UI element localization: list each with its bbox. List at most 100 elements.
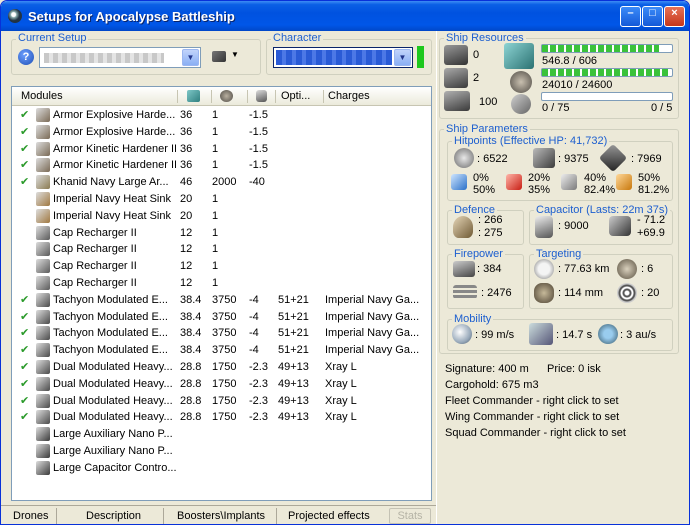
module-powergrid: 1 bbox=[212, 209, 219, 222]
module-cpu: 36 bbox=[180, 142, 193, 155]
module-cpu: 12 bbox=[180, 243, 193, 256]
check-icon[interactable]: ✔ bbox=[20, 175, 29, 188]
module-name: Imperial Navy Heat Sink bbox=[53, 193, 171, 205]
module-row[interactable]: ✔ Khanid Navy Large Ar... 46 2000 -40 bbox=[12, 174, 431, 191]
module-row[interactable]: ✔ Tachyon Modulated E... 38.4 3750 -4 51+21 Im… bbox=[12, 325, 431, 342]
check-icon[interactable]: ✔ bbox=[20, 394, 29, 407]
chevron-down-icon[interactable]: ▼ bbox=[394, 49, 411, 66]
module-row[interactable]: ✔ Tachyon Modulated E... 38.4 3750 -4 51+21 Im… bbox=[12, 292, 431, 309]
wing-commander-text[interactable]: Wing Commander - right click to set bbox=[445, 411, 619, 423]
capacitor-column-icon[interactable] bbox=[256, 90, 267, 102]
column-modules[interactable]: Modules bbox=[21, 90, 63, 102]
module-row[interactable]: ✔ Armor Explosive Harde... 36 1 -1.5 bbox=[12, 124, 431, 141]
module-row[interactable]: ✔ Armor Kinetic Hardener II 36 1 -1.5 bbox=[12, 157, 431, 174]
module-row[interactable]: ✔ Dual Modulated Heavy... 28.8 1750 -2.3 49+1… bbox=[12, 376, 431, 393]
check-icon[interactable]: ✔ bbox=[20, 410, 29, 423]
character-select[interactable]: ▼ bbox=[273, 47, 413, 68]
tab-description[interactable]: Description bbox=[86, 510, 141, 522]
module-cpu: 38.4 bbox=[180, 344, 202, 357]
check-icon[interactable]: ✔ bbox=[20, 326, 29, 339]
laser-turret-icon bbox=[36, 343, 50, 358]
fleet-commander-text[interactable]: Fleet Commander - right click to set bbox=[445, 395, 619, 407]
tab-drones[interactable]: Drones bbox=[13, 510, 48, 522]
module-row[interactable]: ✔ Tachyon Modulated E... 38.4 3750 -4 51+21 Im… bbox=[12, 309, 431, 326]
module-row[interactable]: Cap Recharger II 12 1 bbox=[12, 241, 431, 258]
module-name: Armor Explosive Harde... bbox=[53, 109, 176, 121]
module-row[interactable]: Large Auxiliary Nano P... bbox=[12, 443, 431, 460]
check-icon[interactable]: ✔ bbox=[20, 377, 29, 390]
module-cpu: 38.4 bbox=[180, 327, 202, 340]
module-row[interactable]: ✔ Dual Modulated Heavy... 28.8 1750 -2.3 49+1… bbox=[12, 409, 431, 426]
close-button[interactable]: × bbox=[664, 6, 685, 27]
tab-projected-effects[interactable]: Projected effects bbox=[288, 510, 370, 522]
module-powergrid: 1 bbox=[212, 125, 219, 138]
module-row[interactable]: ✔ Dual Modulated Heavy... 28.8 1750 -2.3 49+1… bbox=[12, 359, 431, 376]
help-icon[interactable]: ? bbox=[18, 49, 34, 65]
modules-list[interactable]: Modules Opti... Charges ✔ Armor Explosive… bbox=[11, 86, 432, 501]
module-row[interactable]: ✔ Tachyon Modulated E... 38.4 3750 -4 51+21 Im… bbox=[12, 342, 431, 359]
column-separator bbox=[247, 90, 248, 103]
speed-value: : 99 m/s bbox=[475, 329, 515, 341]
kinetic-resist-a: 40% bbox=[584, 172, 607, 184]
module-name: Tachyon Modulated E... bbox=[53, 310, 168, 323]
laser-turret-icon bbox=[36, 309, 50, 324]
module-name: Large Capacitor Contro... bbox=[53, 461, 176, 474]
capacitor-value: : 9000 bbox=[558, 220, 589, 232]
module-capacitor: -1.5 bbox=[249, 159, 268, 172]
check-icon[interactable]: ✔ bbox=[20, 142, 29, 155]
module-row[interactable]: Cap Recharger II 12 1 bbox=[12, 258, 431, 275]
hardener-icon bbox=[36, 124, 50, 139]
check-icon[interactable]: ✔ bbox=[20, 360, 29, 373]
module-charges: Imperial Navy Ga... bbox=[325, 310, 420, 323]
maximize-button[interactable]: □ bbox=[642, 6, 663, 27]
module-capacitor: -40 bbox=[249, 176, 265, 189]
dps-icon bbox=[453, 261, 475, 277]
module-row[interactable]: ✔ Armor Kinetic Hardener II 36 1 -1.5 bbox=[12, 141, 431, 158]
turret-hardpoint-icon bbox=[444, 45, 468, 65]
module-name: Tachyon Modulated E... bbox=[53, 327, 168, 340]
mobility-label: Mobility bbox=[452, 313, 494, 325]
module-row[interactable]: Large Auxiliary Nano P... bbox=[12, 426, 431, 443]
module-powergrid: 1 bbox=[212, 109, 219, 121]
check-icon[interactable]: ✔ bbox=[20, 108, 29, 121]
module-row[interactable]: Cap Recharger II 12 1 bbox=[12, 225, 431, 242]
powergrid-column-icon[interactable] bbox=[220, 90, 233, 102]
module-capacitor: -1.5 bbox=[249, 142, 268, 155]
module-row[interactable]: Large Capacitor Contro... bbox=[12, 460, 431, 477]
check-icon[interactable]: ✔ bbox=[20, 310, 29, 323]
minimize-button[interactable]: – bbox=[620, 6, 641, 27]
shield-hp-value: : 6522 bbox=[477, 153, 508, 165]
setup-tools-button[interactable]: ▼ bbox=[212, 49, 240, 65]
module-row[interactable]: ✔ Armor Explosive Harde... 36 1 -1.5 bbox=[12, 107, 431, 124]
column-charges[interactable]: Charges bbox=[328, 90, 370, 102]
module-row[interactable]: Cap Recharger II 12 1 bbox=[12, 275, 431, 292]
module-capacitor: -4 bbox=[249, 293, 259, 306]
chevron-down-icon[interactable]: ▼ bbox=[182, 49, 199, 66]
module-row[interactable]: Imperial Navy Heat Sink 20 1 bbox=[12, 208, 431, 225]
tools-icon bbox=[212, 51, 226, 62]
check-icon[interactable]: ✔ bbox=[20, 343, 29, 356]
capacitor-rate-2: +69.9 bbox=[637, 227, 665, 239]
check-icon[interactable]: ✔ bbox=[20, 125, 29, 138]
title-bar[interactable]: Setups for Apocalypse Battleship – □ × bbox=[1, 1, 689, 31]
module-name: Imperial Navy Heat Sink bbox=[53, 209, 171, 222]
module-capacitor: -4 bbox=[249, 327, 259, 340]
armor-repairer-icon bbox=[36, 175, 50, 190]
targeting-range-icon bbox=[534, 259, 554, 279]
squad-commander-text[interactable]: Squad Commander - right click to set bbox=[445, 427, 626, 439]
module-row[interactable]: Imperial Navy Heat Sink 20 1 bbox=[12, 191, 431, 208]
check-icon[interactable]: ✔ bbox=[20, 293, 29, 306]
tab-boosters-implants[interactable]: Boosters\Implants bbox=[177, 510, 265, 522]
laser-turret-icon bbox=[36, 292, 50, 307]
capacitor-icon bbox=[535, 216, 553, 238]
column-opti[interactable]: Opti... bbox=[281, 90, 310, 102]
speed-icon bbox=[452, 324, 472, 344]
cpu-column-icon[interactable] bbox=[187, 90, 200, 102]
check-icon[interactable]: ✔ bbox=[20, 158, 29, 171]
module-cpu: 12 bbox=[180, 226, 193, 239]
setup-select[interactable]: ▼ bbox=[39, 47, 201, 68]
volley-icon bbox=[453, 285, 477, 299]
module-row[interactable]: ✔ Dual Modulated Heavy... 28.8 1750 -2.3 49+1… bbox=[12, 393, 431, 410]
tab-stats[interactable]: Stats bbox=[389, 508, 431, 524]
module-name: Dual Modulated Heavy... bbox=[53, 361, 173, 373]
